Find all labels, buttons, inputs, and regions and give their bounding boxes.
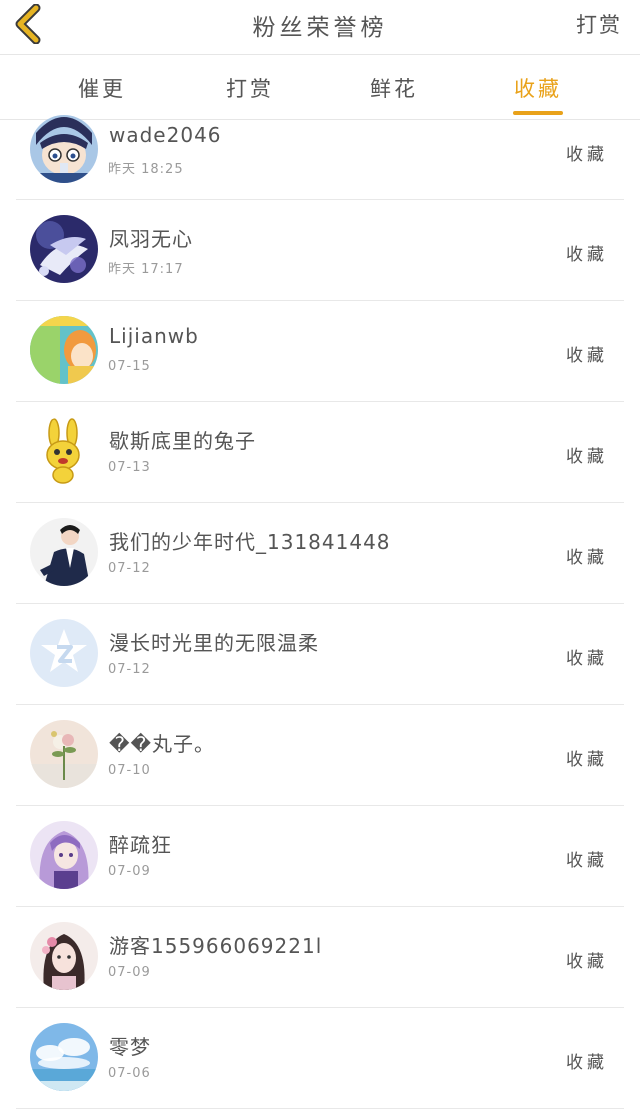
fan-name: 零梦 <box>109 1035 151 1059</box>
fan-time: 昨天 17:17 <box>108 262 184 277</box>
fan-name: wade2046 <box>109 123 222 147</box>
fan-time: 07-13 <box>108 460 151 475</box>
avatar <box>30 619 98 687</box>
fan-time: 昨天 18:25 <box>108 162 184 177</box>
fan-action-label: 收藏 <box>566 649 608 669</box>
tab-urge[interactable]: 催更 <box>62 73 142 103</box>
tab-favorites[interactable]: 收藏 <box>498 73 578 103</box>
fan-name: ��丸子。 <box>109 732 216 756</box>
avatar <box>30 215 98 283</box>
list-item[interactable]: wade2046 昨天 18:25 收藏 <box>16 100 624 200</box>
fan-action-label: 收藏 <box>566 750 608 770</box>
fan-name: 醉疏狂 <box>109 833 172 857</box>
fan-action-label: 收藏 <box>566 952 608 972</box>
avatar <box>30 922 98 990</box>
fan-time: 07-09 <box>108 864 151 879</box>
avatar <box>30 1023 98 1091</box>
fan-action-label: 收藏 <box>566 145 608 165</box>
fan-name: 凤羽无心 <box>109 227 193 251</box>
list-item[interactable]: ��丸子。 07-10 收藏 <box>16 705 624 806</box>
avatar <box>30 115 98 183</box>
fan-name: 歇斯底里的兔子 <box>109 429 256 453</box>
list-item[interactable]: 凤羽无心 昨天 17:17 收藏 <box>16 200 624 301</box>
page-title: 粉丝荣誉榜 <box>252 15 388 41</box>
fan-name: Lijianwb <box>109 324 199 348</box>
fan-action-label: 收藏 <box>566 346 608 366</box>
reward-button[interactable]: 打赏 <box>576 9 622 39</box>
fan-action-label: 收藏 <box>566 245 608 265</box>
fan-name: 漫长时光里的无限温柔 <box>109 631 319 655</box>
list-item[interactable]: 漫长时光里的无限温柔 07-12 收藏 <box>16 604 624 705</box>
avatar <box>30 316 98 384</box>
list-item[interactable]: 我们的少年时代_131841448 07-12 收藏 <box>16 503 624 604</box>
top-bar: 粉丝荣誉榜 打赏 <box>0 0 640 55</box>
avatar <box>30 821 98 889</box>
fan-time: 07-12 <box>108 662 151 677</box>
fan-time: 07-12 <box>108 561 151 576</box>
fan-name: 游客155966069221l <box>109 934 323 958</box>
avatar <box>30 518 98 586</box>
fan-action-label: 收藏 <box>566 447 608 467</box>
fan-action-label: 收藏 <box>566 548 608 568</box>
fan-time: 07-09 <box>108 965 151 980</box>
avatar <box>30 417 98 485</box>
list-item[interactable]: 零梦 07-06 收藏 <box>16 1008 624 1109</box>
fan-time: 07-15 <box>108 359 151 374</box>
tab-reward[interactable]: 打赏 <box>210 73 290 103</box>
list-item[interactable]: 游客155966069221l 07-09 收藏 <box>16 907 624 1008</box>
fan-action-label: 收藏 <box>566 851 608 871</box>
list-item[interactable]: 醉疏狂 07-09 收藏 <box>16 806 624 907</box>
fan-action-label: 收藏 <box>566 1053 608 1073</box>
fan-time: 07-06 <box>108 1066 151 1081</box>
tab-flowers[interactable]: 鲜花 <box>354 73 434 103</box>
fan-name: 我们的少年时代_131841448 <box>109 530 391 554</box>
list-item[interactable]: 歇斯底里的兔子 07-13 收藏 <box>16 402 624 503</box>
list-item[interactable]: Lijianwb 07-15 收藏 <box>16 301 624 402</box>
fan-list: wade2046 昨天 18:25 收藏 凤羽无心 昨天 17:17 收藏 Li… <box>0 100 640 1109</box>
fan-time: 07-10 <box>108 763 151 778</box>
avatar <box>30 720 98 788</box>
